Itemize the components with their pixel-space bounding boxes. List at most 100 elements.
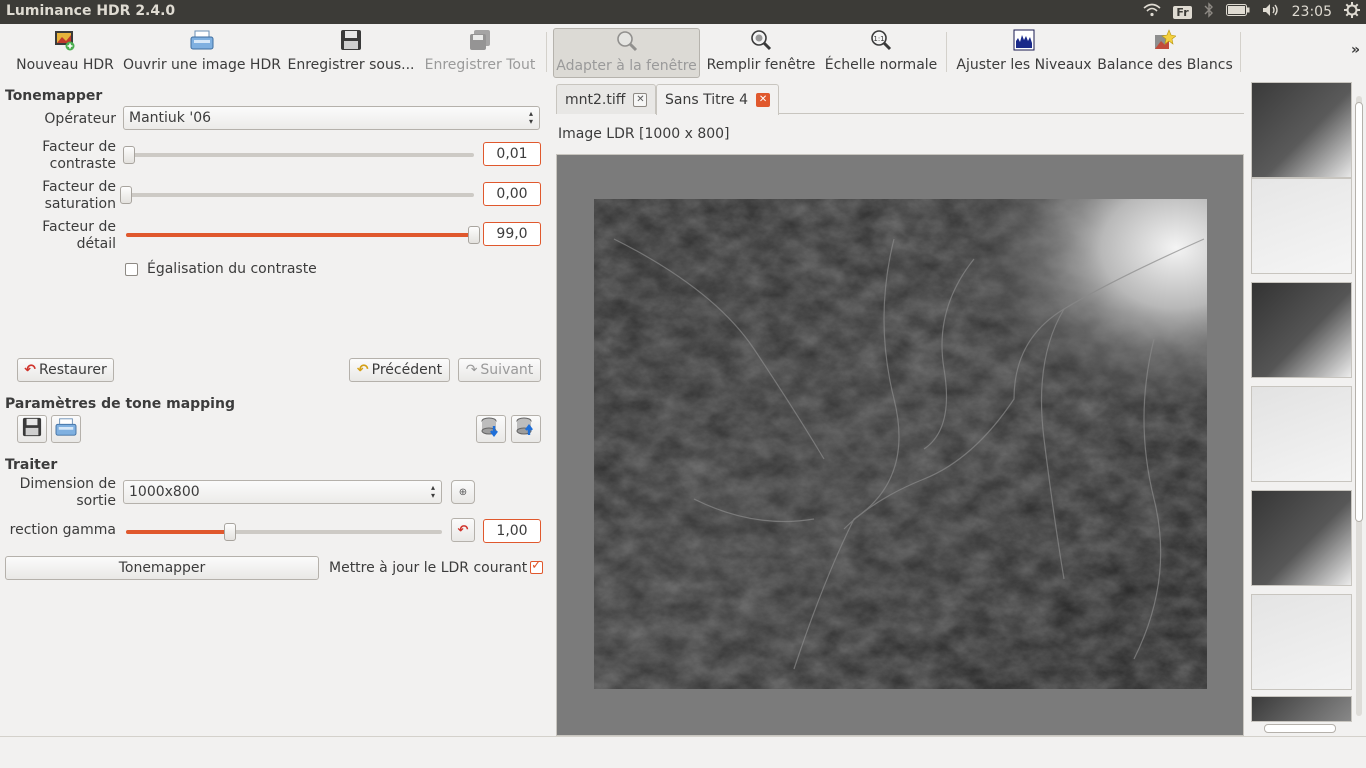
levels-icon — [1012, 28, 1036, 52]
normal-scale-label: Échelle normale — [824, 57, 938, 73]
thumbnails-vertical-scrollbar[interactable] — [1354, 82, 1364, 736]
contrast-factor-spinbox[interactable]: 0,01 — [483, 142, 541, 166]
next-button[interactable]: ↷ Suivant — [458, 358, 541, 382]
clock[interactable]: 23:05 — [1292, 4, 1332, 20]
main-toolbar: Nouveau HDR Ouvrir une image HDR Enregis… — [0, 24, 1366, 80]
equalize-contrast-label: Égalisation du contraste — [147, 261, 317, 277]
save-icon — [22, 417, 42, 441]
tonemap-button[interactable]: Tonemapper — [5, 556, 319, 580]
save-as-button[interactable]: Enregistrer sous... — [287, 28, 415, 78]
tab-sans-titre-4[interactable]: Sans Titre 4 ✕ — [656, 84, 780, 115]
slider-handle[interactable] — [224, 523, 236, 541]
load-params-from-db-button[interactable] — [511, 415, 541, 443]
output-size-value: 1000x800 — [129, 484, 200, 500]
system-tray: Fr 23:05 — [1143, 0, 1366, 24]
image-viewer-area: mnt2.tiff ✕ Sans Titre 4 ✕ Image LDR [10… — [556, 82, 1246, 736]
fill-window-button[interactable]: Remplir fenêtre — [705, 28, 817, 78]
white-balance-button[interactable]: Balance des Blancs — [1097, 28, 1233, 78]
keyboard-layout-indicator[interactable]: Fr — [1173, 5, 1192, 19]
zoom-fit-icon — [615, 29, 639, 53]
saturation-factor-label: Facteur de saturation — [20, 179, 116, 213]
detail-factor-label-line2: détail — [76, 236, 116, 252]
gamma-spinbox[interactable]: 1,00 — [483, 519, 541, 543]
thumbnail-preview[interactable] — [1251, 282, 1352, 378]
previous-button-label: Précédent — [371, 362, 443, 378]
load-params-button[interactable] — [51, 415, 81, 443]
white-balance-icon — [1153, 28, 1177, 52]
thumbnail-preview[interactable] — [1251, 386, 1352, 482]
output-size-label-line2: sortie — [76, 493, 116, 509]
battery-icon[interactable] — [1225, 4, 1250, 20]
operator-label: Opérateur — [44, 111, 116, 127]
wifi-icon[interactable] — [1143, 3, 1161, 21]
settings-gear-icon[interactable] — [1344, 2, 1360, 22]
adjust-levels-button[interactable]: Ajuster les Niveaux — [956, 28, 1092, 78]
preview-thumbnails-panel — [1250, 82, 1366, 736]
close-tab-icon[interactable]: ✕ — [633, 92, 648, 107]
scrollbar-thumb[interactable] — [1355, 102, 1363, 522]
new-hdr-button[interactable]: Nouveau HDR — [16, 28, 114, 78]
add-output-size-button[interactable]: ⊕ — [451, 480, 475, 504]
volume-icon[interactable] — [1262, 3, 1280, 21]
output-size-label: Dimension de sortie — [14, 476, 116, 510]
saturation-factor-spinbox[interactable]: 0,00 — [483, 182, 541, 206]
slider-handle[interactable] — [120, 186, 132, 204]
status-bar — [0, 736, 1366, 768]
reset-button[interactable]: ↶ Restaurer — [17, 358, 114, 382]
svg-text:1:1: 1:1 — [873, 35, 884, 43]
scrollbar-thumb[interactable] — [1264, 724, 1336, 733]
window-title: Luminance HDR 2.4.0 — [6, 3, 176, 19]
fit-window-label: Adapter à la fenêtre — [556, 58, 697, 74]
forward-arrow-icon: ↷ — [465, 362, 478, 378]
zoom-original-icon: 1:1 — [869, 28, 893, 52]
thumbnails-horizontal-scrollbar[interactable] — [1250, 722, 1354, 734]
save-as-label: Enregistrer sous... — [287, 57, 415, 73]
combo-arrows-icon: ▴ ▾ — [528, 109, 533, 126]
open-icon — [55, 417, 77, 441]
zoom-fill-icon — [749, 28, 773, 52]
detail-factor-label-line1: Facteur de — [42, 219, 116, 235]
detail-factor-slider[interactable] — [126, 226, 480, 244]
previous-button[interactable]: ↶ Précédent — [349, 358, 450, 382]
saturation-factor-slider[interactable] — [120, 186, 474, 204]
toolbar-separator — [946, 32, 947, 72]
operator-select[interactable]: Mantiuk '06 ▴ ▾ — [123, 106, 540, 130]
thumbnail-preview[interactable] — [1251, 490, 1352, 586]
tonemapper-section-title: Tonemapper — [5, 88, 103, 104]
undo-icon: ↶ — [457, 522, 469, 538]
normal-scale-button[interactable]: 1:1 Échelle normale — [825, 28, 937, 78]
save-all-button[interactable]: Enregistrer Tout — [422, 28, 538, 78]
thumbnail-preview[interactable] — [1251, 82, 1352, 178]
operator-value: Mantiuk '06 — [129, 110, 212, 126]
equalize-contrast-checkbox[interactable] — [125, 263, 138, 276]
thumbnail-preview[interactable] — [1251, 696, 1352, 722]
thumbnail-preview[interactable] — [1251, 594, 1352, 690]
reset-gamma-button[interactable]: ↶ — [451, 518, 475, 542]
save-all-icon — [468, 28, 492, 52]
tab-mnt2[interactable]: mnt2.tiff ✕ — [556, 84, 657, 114]
gamma-slider[interactable] — [126, 523, 442, 541]
slider-fill — [126, 233, 474, 237]
open-hdr-label: Ouvrir une image HDR — [123, 57, 281, 73]
save-params-to-db-button[interactable] — [476, 415, 506, 443]
output-size-select[interactable]: 1000x800 ▴ ▾ — [123, 480, 442, 504]
fit-window-button[interactable]: Adapter à la fenêtre — [553, 28, 700, 78]
update-ldr-checkbox[interactable] — [530, 558, 543, 574]
save-params-button[interactable] — [17, 415, 47, 443]
saturation-factor-label-line2: saturation — [44, 196, 116, 212]
slider-handle[interactable] — [468, 226, 480, 244]
image-viewport[interactable] — [556, 154, 1244, 736]
slider-handle[interactable] — [123, 146, 135, 164]
thumbnail-preview[interactable] — [1251, 178, 1352, 274]
detail-factor-spinbox[interactable]: 99,0 — [483, 222, 541, 246]
save-all-label: Enregistrer Tout — [424, 57, 536, 73]
contrast-factor-slider[interactable] — [123, 146, 474, 164]
bluetooth-icon[interactable] — [1204, 2, 1214, 22]
close-tab-icon[interactable]: ✕ — [756, 93, 771, 107]
fill-window-label: Remplir fenêtre — [706, 57, 816, 73]
open-hdr-button[interactable]: Ouvrir une image HDR — [123, 28, 281, 78]
toolbar-overflow-button[interactable]: » — [1351, 42, 1360, 58]
add-icon: ⊕ — [458, 486, 468, 498]
title-bar: Luminance HDR 2.4.0 Fr 23:05 — [0, 0, 1366, 24]
next-button-label: Suivant — [480, 362, 534, 378]
